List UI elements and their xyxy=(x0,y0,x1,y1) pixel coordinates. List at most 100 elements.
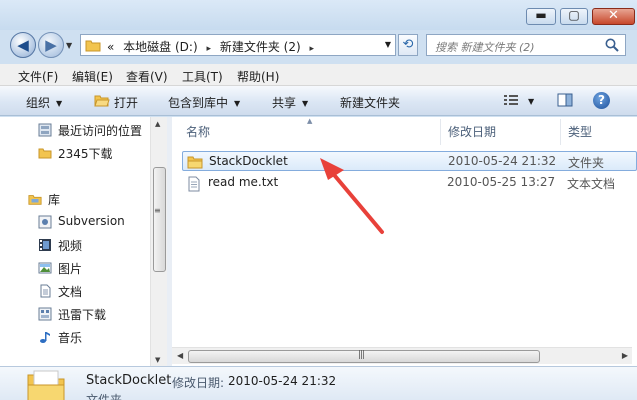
libraries-icon xyxy=(28,195,42,205)
column-header-type[interactable]: 类型 xyxy=(568,123,592,140)
minimize-icon: ▬ xyxy=(535,8,547,22)
search-icon[interactable] xyxy=(604,37,620,53)
file-name: StackDocklet xyxy=(209,154,288,168)
open-label: 打开 xyxy=(114,96,139,110)
sidebar-item-2345-downloads[interactable]: 2345下载 xyxy=(58,145,113,162)
annotation-arrow-icon xyxy=(320,158,384,234)
scroll-right-icon[interactable]: ▶ xyxy=(622,351,628,360)
recent-places-icon xyxy=(38,123,52,137)
grip-icon: ≡ xyxy=(154,206,161,215)
title-bar: ▬ ▢ ✕ xyxy=(0,0,637,30)
share-label: 共享 xyxy=(272,96,297,110)
picture-icon xyxy=(38,262,52,274)
chevron-down-icon: ▼ xyxy=(302,99,309,108)
folder-icon xyxy=(187,156,203,169)
video-icon xyxy=(39,239,51,251)
close-icon: ✕ xyxy=(608,8,619,23)
navigation-pane-scrollbar[interactable]: ▲ ≡ ▼ xyxy=(150,117,167,367)
grip-icon: ||| xyxy=(358,350,365,360)
menu-tools[interactable]: 工具(T) xyxy=(182,68,223,85)
include-in-library-button[interactable]: 包含到库中 ▼ xyxy=(168,94,240,111)
close-button[interactable]: ✕ xyxy=(592,8,635,25)
sort-ascending-icon: ▲ xyxy=(307,117,313,125)
document-icon xyxy=(40,284,51,298)
sidebar-item-documents[interactable]: 文档 xyxy=(58,283,82,300)
menu-help[interactable]: 帮助(H) xyxy=(237,68,279,85)
details-date-value: 2010-05-24 21:32 xyxy=(228,374,337,388)
chevron-down-icon: ▼ xyxy=(56,99,63,108)
sidebar-item-pictures[interactable]: 图片 xyxy=(58,260,82,277)
folder-icon xyxy=(38,148,52,159)
file-list-pane: ▲ 名称 修改日期 类型 StackDocklet 2010-05-24 21:… xyxy=(172,117,637,367)
details-type: 文件夹 xyxy=(86,393,123,400)
file-date: 2010-05-24 21:32 xyxy=(448,154,557,168)
column-header-date[interactable]: 修改日期 xyxy=(448,123,496,140)
file-row-readme[interactable]: read me.txt 2010-05-25 13:27 文本文档 xyxy=(182,173,637,193)
breadcrumb-item[interactable]: 本地磁盘 (D:) xyxy=(123,40,197,54)
menu-view[interactable]: 查看(V) xyxy=(126,68,168,85)
open-button[interactable]: 打开 xyxy=(114,94,138,111)
details-pane: StackDocklet 修改日期: 2010-05-24 21:32 文件夹 xyxy=(0,366,637,400)
navigation-bar: ◀ ▶ ▼ « 本地磁盘 (D:) ▸ 新建文件夹 (2) ▸ ▼ ⟲ 搜索 新… xyxy=(0,28,637,62)
sidebar-item-xunlei-downloads[interactable]: 迅雷下载 xyxy=(58,306,106,323)
sidebar-item-music[interactable]: 音乐 xyxy=(58,329,82,346)
column-divider[interactable] xyxy=(560,119,561,145)
scroll-up-icon[interactable]: ▲ xyxy=(155,120,160,128)
address-dropdown-icon[interactable]: ▼ xyxy=(385,40,391,49)
share-button[interactable]: 共享 ▼ xyxy=(272,94,308,111)
file-row-stackdocklet[interactable]: StackDocklet 2010-05-24 21:32 文件夹 xyxy=(182,151,637,171)
sidebar-libraries-header[interactable]: 库 xyxy=(48,191,60,208)
sidebar-item-videos[interactable]: 视频 xyxy=(58,237,82,254)
search-placeholder: 搜索 新建文件夹 (2) xyxy=(435,41,535,54)
forward-button[interactable]: ▶ xyxy=(38,32,64,58)
folder-icon xyxy=(85,40,101,52)
view-options-icon[interactable] xyxy=(503,93,519,107)
forward-arrow-icon: ▶ xyxy=(45,36,57,54)
open-folder-icon xyxy=(94,95,110,107)
breadcrumb-item[interactable]: 新建文件夹 (2) xyxy=(220,40,301,54)
file-name: read me.txt xyxy=(208,175,279,189)
help-button[interactable]: ? xyxy=(593,92,610,109)
breadcrumb-separator-icon[interactable]: ▸ xyxy=(309,44,314,54)
file-type: 文件夹 xyxy=(568,156,605,170)
maximize-button[interactable]: ▢ xyxy=(560,8,588,25)
organize-label: 组织 xyxy=(26,96,51,110)
search-box[interactable]: 搜索 新建文件夹 (2) xyxy=(426,34,626,56)
refresh-button[interactable]: ⟲ xyxy=(398,34,418,56)
minimize-button[interactable]: ▬ xyxy=(526,8,556,25)
back-button[interactable]: ◀ xyxy=(10,32,36,58)
view-options-dropdown-icon[interactable]: ▼ xyxy=(528,97,534,106)
back-arrow-icon: ◀ xyxy=(17,36,29,54)
menu-bar: 文件(F) 编辑(E) 查看(V) 工具(T) 帮助(H) xyxy=(0,64,637,86)
text-file-icon xyxy=(188,176,200,192)
new-folder-button[interactable]: 新建文件夹 xyxy=(340,94,400,111)
menu-edit[interactable]: 编辑(E) xyxy=(72,68,113,85)
column-divider[interactable] xyxy=(440,119,441,145)
preview-pane-icon[interactable] xyxy=(557,93,573,107)
column-header-name[interactable]: 名称 xyxy=(186,123,210,140)
music-icon xyxy=(40,332,50,343)
chevron-down-icon: ▼ xyxy=(234,99,241,108)
sidebar-item-recent-places[interactable]: 最近访问的位置 xyxy=(58,122,142,139)
recent-pages-dropdown-icon[interactable]: ▼ xyxy=(66,41,72,50)
file-type: 文本文档 xyxy=(567,177,616,191)
sidebar-item-subversion[interactable]: Subversion xyxy=(58,214,125,228)
details-name: StackDocklet xyxy=(86,373,172,388)
organize-button[interactable]: 组织 ▼ xyxy=(26,94,62,111)
menu-file[interactable]: 文件(F) xyxy=(18,68,58,85)
refresh-icon: ⟲ xyxy=(402,37,414,52)
file-date: 2010-05-25 13:27 xyxy=(447,175,556,189)
help-icon: ? xyxy=(598,93,605,107)
scroll-left-icon[interactable]: ◀ xyxy=(177,351,183,360)
new-folder-label: 新建文件夹 xyxy=(340,96,401,110)
include-in-library-label: 包含到库中 xyxy=(168,96,229,110)
scroll-down-icon[interactable]: ▼ xyxy=(155,356,160,364)
address-bar[interactable]: « 本地磁盘 (D:) ▸ 新建文件夹 (2) ▸ ▼ xyxy=(80,34,396,56)
file-list-horizontal-scrollbar[interactable]: ◀ ||| ▶ xyxy=(172,347,632,364)
command-bar: 组织 ▼ 打开 包含到库中 ▼ 共享 ▼ 新建文件夹 ▼ ? xyxy=(0,86,637,116)
download-icon xyxy=(38,307,52,321)
breadcrumb-prefix[interactable]: « xyxy=(107,40,114,54)
scrollbar-thumb[interactable] xyxy=(153,167,166,272)
breadcrumb-separator-icon[interactable]: ▸ xyxy=(206,44,211,54)
details-date-label: 修改日期: xyxy=(172,376,225,390)
